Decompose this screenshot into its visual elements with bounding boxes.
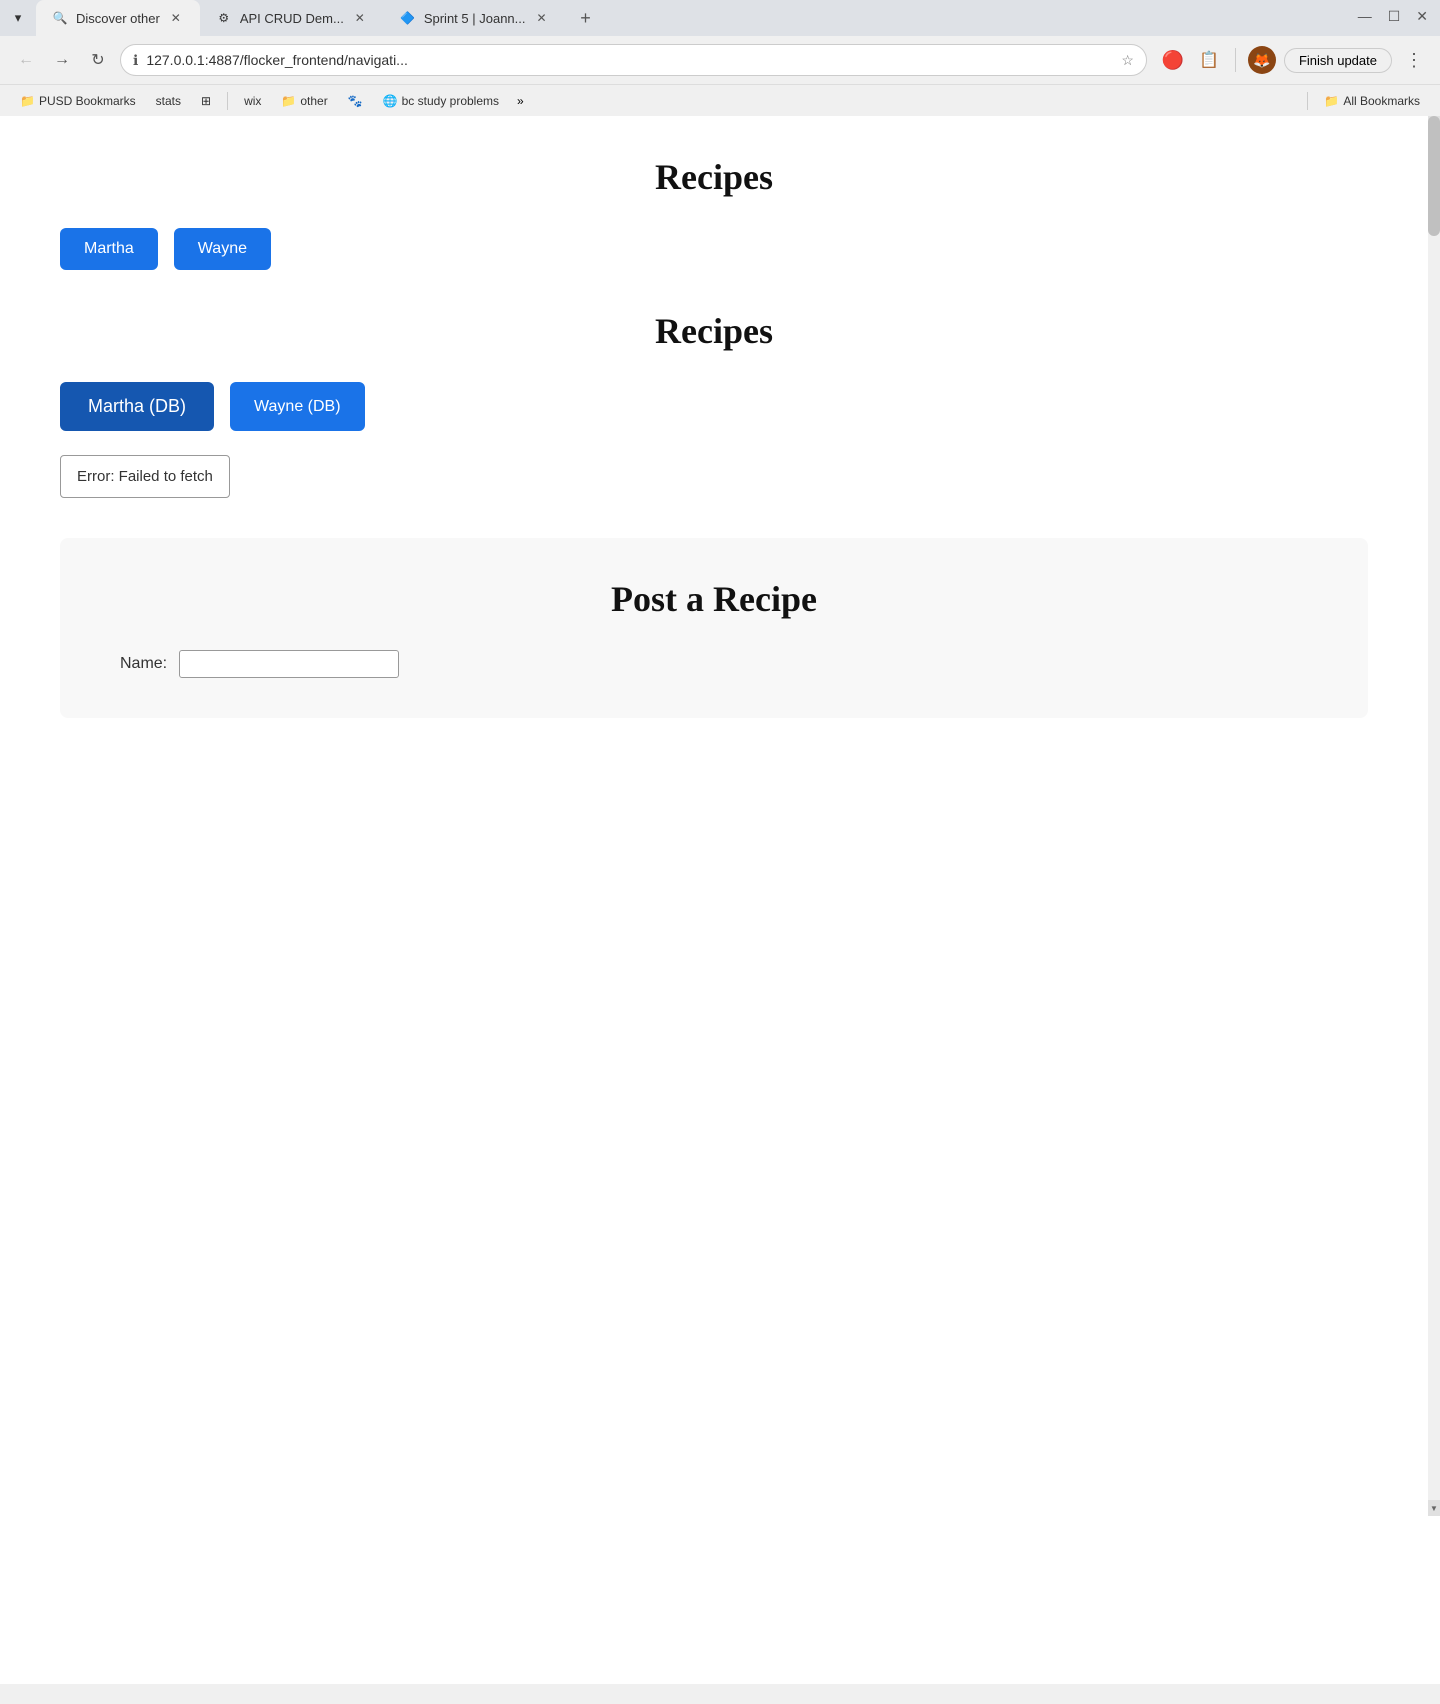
martha-db-button[interactable]: Martha (DB) [60, 382, 214, 431]
name-form-row: Name: [120, 650, 1308, 678]
toolbar-icons: 🔴 📋 🦊 Finish update ⋮ [1159, 46, 1428, 74]
bookmark-grid[interactable]: ⊞ [193, 92, 219, 110]
bookmark-pusd[interactable]: 📁 PUSD Bookmarks [12, 92, 144, 110]
tab2-title: API CRUD Dem... [240, 11, 344, 26]
recipes-buttons-2: Martha (DB) Wayne (DB) [60, 382, 1368, 431]
url-text: 127.0.0.1:4887/flocker_frontend/navigati… [146, 52, 1113, 68]
tab1-close[interactable]: ✕ [168, 10, 184, 26]
finish-update-button[interactable]: Finish update [1284, 48, 1392, 73]
recipes-title-2: Recipes [60, 310, 1368, 352]
bookmark-other[interactable]: 📁 other [273, 92, 335, 110]
bookmark-paw[interactable]: 🐾 [340, 92, 371, 110]
wayne-button[interactable]: Wayne [174, 228, 271, 270]
tab1-favicon: 🔍 [52, 10, 68, 26]
tab3-favicon: 🔷 [400, 10, 416, 26]
tab3-close[interactable]: ✕ [534, 10, 550, 26]
window-controls: — ☐ ✕ [1358, 8, 1440, 29]
bookmark-folder-icon: 📁 [20, 94, 35, 108]
new-tab-button[interactable]: + [570, 2, 602, 34]
bookmark-globe-icon: 🌐 [383, 94, 398, 108]
tab3-title: Sprint 5 | Joann... [424, 11, 526, 26]
page-content: Recipes Martha Wayne Recipes Martha (DB)… [0, 116, 1428, 1516]
recipes-section-1: Recipes Martha Wayne [60, 156, 1368, 270]
browser-menu-button[interactable]: ⋮ [1400, 46, 1428, 74]
error-message: Error: Failed to fetch [60, 455, 230, 498]
tab-api-crud[interactable]: ⚙ API CRUD Dem... ✕ [200, 0, 384, 36]
tab1-title: Discover other [76, 11, 160, 26]
wayne-db-button[interactable]: Wayne (DB) [230, 382, 365, 431]
bookmark-other-label: other [300, 94, 327, 108]
page-wrapper: ▲ ▼ Recipes Martha Wayne Recipes Martha … [0, 116, 1440, 1684]
tab2-favicon: ⚙ [216, 10, 232, 26]
post-recipe-section: Post a Recipe Name: [60, 538, 1368, 718]
name-label: Name: [120, 655, 167, 673]
bookmark-wix[interactable]: wix [236, 92, 269, 110]
bookmark-wix-label: wix [244, 94, 261, 108]
collapse-icon: ▾ [15, 10, 22, 26]
refresh-button[interactable]: ↻ [84, 46, 112, 74]
user-avatar[interactable]: 🦊 [1248, 46, 1276, 74]
scrollbar-thumb[interactable] [1428, 116, 1440, 236]
tab2-close[interactable]: ✕ [352, 10, 368, 26]
back-button[interactable]: ← [12, 46, 40, 74]
maximize-button[interactable]: ☐ [1388, 8, 1401, 25]
all-bookmarks-icon: 📁 [1324, 94, 1339, 108]
name-input[interactable] [179, 650, 399, 678]
bookmark-grid-icon: ⊞ [201, 94, 211, 108]
tab-sprint5[interactable]: 🔷 Sprint 5 | Joann... ✕ [384, 0, 566, 36]
recipes-section-2: Recipes Martha (DB) Wayne (DB) Error: Fa… [60, 310, 1368, 498]
bookmarks-separator [227, 92, 228, 110]
finish-update-label: Finish update [1299, 53, 1377, 68]
close-button[interactable]: ✕ [1416, 8, 1428, 25]
bookmarks-right: 📁 All Bookmarks [1303, 92, 1428, 110]
browser-chrome: ▾ 🔍 Discover other ✕ ⚙ API CRUD Dem... ✕… [0, 0, 1440, 116]
bookmarks-more-button[interactable]: » [511, 92, 530, 110]
bookmark-bc-study[interactable]: 🌐 bc study problems [375, 92, 507, 110]
forward-button[interactable]: → [48, 46, 76, 74]
bookmark-stats[interactable]: stats [148, 92, 189, 110]
bookmarks-right-separator [1307, 92, 1308, 110]
martha-button[interactable]: Martha [60, 228, 158, 270]
tab-bar: ▾ 🔍 Discover other ✕ ⚙ API CRUD Dem... ✕… [0, 0, 1440, 36]
info-icon: ℹ [133, 52, 138, 69]
bookmark-pusd-label: PUSD Bookmarks [39, 94, 136, 108]
minimize-button[interactable]: — [1358, 8, 1372, 24]
recipes-buttons-1: Martha Wayne [60, 228, 1368, 270]
toolbar-separator [1235, 48, 1236, 72]
scrollbar[interactable]: ▲ ▼ [1428, 116, 1440, 1516]
bookmark-bc-label: bc study problems [402, 94, 499, 108]
address-bar[interactable]: ℹ 127.0.0.1:4887/flocker_frontend/naviga… [120, 44, 1147, 76]
bookmark-other-folder-icon: 📁 [281, 94, 296, 108]
bookmarks-bar: 📁 PUSD Bookmarks stats ⊞ wix 📁 other 🐾 🌐… [0, 84, 1440, 116]
bookmark-stats-label: stats [156, 94, 181, 108]
all-bookmarks-label: All Bookmarks [1343, 94, 1420, 108]
tab-discover-other[interactable]: 🔍 Discover other ✕ [36, 0, 200, 36]
post-recipe-title: Post a Recipe [120, 578, 1308, 620]
extension1-icon[interactable]: 🔴 [1159, 46, 1187, 74]
all-bookmarks-button[interactable]: 📁 All Bookmarks [1316, 92, 1428, 110]
recipes-title-1: Recipes [60, 156, 1368, 198]
scroll-down-arrow[interactable]: ▼ [1428, 1500, 1440, 1516]
tab-collapse-btn[interactable]: ▾ [0, 0, 36, 36]
address-bar-row: ← → ↻ ℹ 127.0.0.1:4887/flocker_frontend/… [0, 36, 1440, 84]
bookmark-star-icon[interactable]: ☆ [1121, 52, 1134, 69]
extension2-icon[interactable]: 📋 [1195, 46, 1223, 74]
bookmark-paw-icon: 🐾 [348, 94, 363, 108]
